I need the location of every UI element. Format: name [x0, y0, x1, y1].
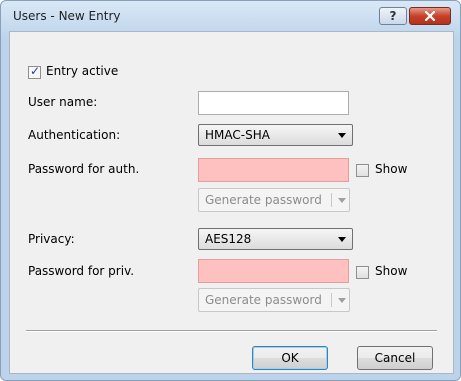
generate-priv-password-button[interactable]: Generate password — [198, 288, 350, 312]
show-auth-password-label[interactable]: Show — [375, 162, 407, 176]
generate-auth-password-label: Generate password — [205, 193, 322, 207]
entry-active-checkbox[interactable] — [28, 64, 41, 79]
chevron-down-icon — [338, 133, 346, 138]
cancel-button-label: Cancel — [374, 351, 416, 365]
password-auth-input[interactable] — [198, 158, 349, 182]
show-auth-password-checkbox[interactable] — [356, 164, 369, 177]
help-button[interactable]: ? — [379, 7, 407, 25]
entry-active-label[interactable]: Entry active — [46, 64, 118, 78]
close-button[interactable] — [409, 7, 451, 25]
privacy-select[interactable]: AES128 — [198, 228, 353, 250]
password-priv-input[interactable] — [198, 259, 349, 283]
authentication-select[interactable]: HMAC-SHA — [198, 124, 353, 146]
dialog-content: Entry active User name: Authentication: … — [9, 31, 454, 374]
ok-button-label: OK — [281, 351, 299, 365]
dropdown-arrow-icon — [338, 297, 346, 303]
user-name-input[interactable] — [198, 91, 349, 115]
split-divider — [331, 193, 332, 207]
ok-button[interactable]: OK — [252, 346, 328, 370]
chevron-down-icon — [338, 237, 346, 242]
title-bar[interactable]: Users - New Entry ? — [1, 1, 460, 31]
help-icon: ? — [389, 9, 397, 23]
show-priv-password-checkbox[interactable] — [356, 266, 369, 279]
password-priv-label: Password for priv. — [28, 264, 135, 278]
cancel-button[interactable]: Cancel — [357, 346, 433, 370]
password-auth-label: Password for auth. — [28, 162, 140, 176]
authentication-selected-value: HMAC-SHA — [205, 128, 270, 142]
user-name-label: User name: — [28, 95, 98, 109]
show-priv-password-label[interactable]: Show — [375, 264, 407, 278]
split-divider — [331, 293, 332, 307]
generate-auth-password-button[interactable]: Generate password — [198, 188, 350, 212]
privacy-selected-value: AES128 — [205, 232, 252, 246]
authentication-label: Authentication: — [28, 128, 121, 142]
button-divider — [26, 330, 437, 332]
dropdown-arrow-icon — [338, 197, 346, 203]
dialog-window: Users - New Entry ? Entry active User na… — [0, 0, 461, 381]
privacy-label: Privacy: — [28, 232, 75, 246]
window-title: Users - New Entry — [13, 9, 121, 23]
generate-priv-password-label: Generate password — [205, 293, 322, 307]
close-icon — [425, 11, 435, 21]
